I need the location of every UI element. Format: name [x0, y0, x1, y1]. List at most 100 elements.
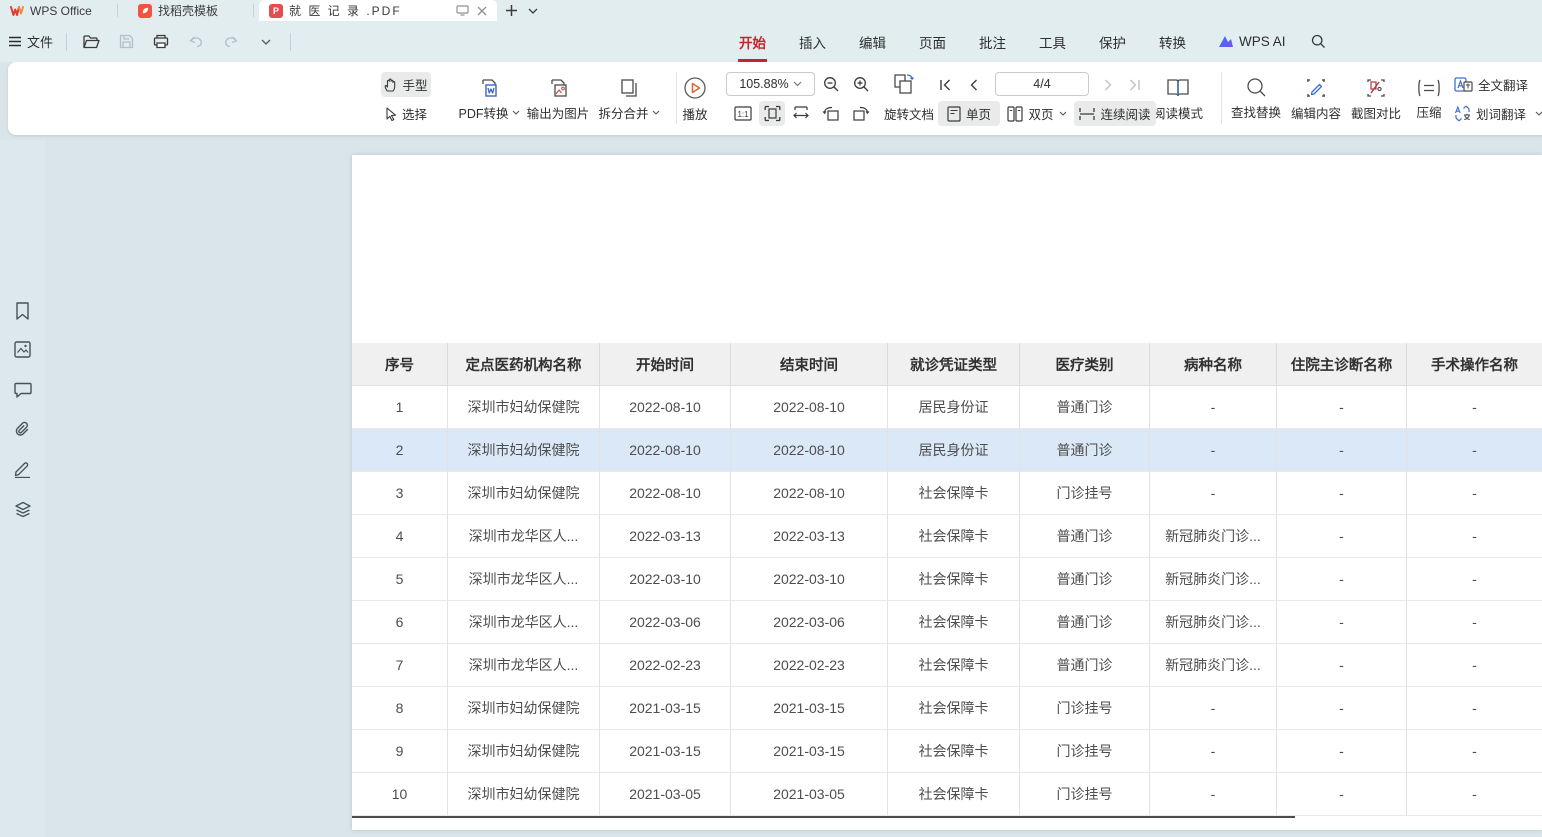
table-cell: 深圳市龙华区人... — [448, 601, 600, 644]
zoom-in-button[interactable] — [848, 72, 874, 97]
new-tab-icon[interactable] — [505, 4, 518, 17]
export-as-image-button[interactable]: 输出为图片 — [520, 70, 596, 128]
table-cell: 普通门诊 — [1020, 515, 1150, 558]
fit-page-button[interactable] — [759, 101, 785, 126]
table-cell: - — [1277, 773, 1407, 816]
tab-list-chevron-icon[interactable] — [528, 8, 538, 14]
layers-icon[interactable] — [12, 498, 33, 519]
table-cell: 6 — [352, 601, 448, 644]
continuous-read-button[interactable]: 连续阅读 — [1074, 101, 1156, 126]
table-row[interactable]: 8深圳市妇幼保健院2021-03-152021-03-15社会保障卡门诊挂号--… — [352, 687, 1542, 730]
table-header-cell: 序号 — [352, 343, 448, 386]
continuous-read-icon — [1079, 107, 1095, 121]
separator — [1221, 72, 1222, 124]
table-cell: - — [1277, 644, 1407, 687]
table-cell: 2022-08-10 — [731, 472, 888, 515]
table-row[interactable]: 5深圳市龙华区人...2022-03-102022-03-10社会保障卡普通门诊… — [352, 558, 1542, 601]
window-tab-bar: WPS Office 找稻壳模板 P 就 医 记 录 .PDF — [0, 0, 1542, 21]
comment-icon[interactable] — [12, 379, 33, 400]
menu-item-7[interactable]: 保护 — [1098, 28, 1127, 56]
tab-docer-templates[interactable]: 找稻壳模板 — [128, 0, 254, 21]
table-cell: 2021-03-15 — [600, 687, 731, 730]
edit-content-button[interactable]: 编辑内容 — [1286, 70, 1346, 128]
open-file-icon[interactable] — [80, 31, 102, 53]
table-cell: 2022-08-10 — [600, 386, 731, 429]
bookmark-icon[interactable] — [12, 300, 33, 321]
screenshot-compare-button[interactable]: 截图对比 — [1346, 70, 1406, 128]
table-cell: 社会保障卡 — [888, 515, 1020, 558]
table-cell: 普通门诊 — [1020, 386, 1150, 429]
attachment-icon[interactable] — [12, 419, 33, 440]
zoom-out-button[interactable] — [818, 72, 844, 97]
undo-icon[interactable] — [185, 31, 207, 53]
compress-button[interactable]: 压缩 — [1406, 70, 1452, 128]
table-row[interactable]: 9深圳市妇幼保健院2021-03-152021-03-15社会保障卡门诊挂号--… — [352, 730, 1542, 773]
previous-page-button[interactable] — [961, 72, 985, 97]
wps-ai-button[interactable]: WPS AI — [1218, 34, 1286, 49]
zoom-level-select[interactable]: 105.88% — [726, 72, 815, 96]
table-cell: - — [1277, 515, 1407, 558]
close-tab-icon[interactable] — [477, 6, 487, 16]
tab-wps-home[interactable]: WPS Office — [0, 0, 118, 21]
search-menu-icon[interactable] — [1311, 34, 1326, 49]
table-header-cell: 定点医药机构名称 — [448, 343, 600, 386]
table-cell: 社会保障卡 — [888, 730, 1020, 773]
table-cell: - — [1150, 429, 1277, 472]
table-row[interactable]: 1深圳市妇幼保健院2022-08-102022-08-10居民身份证普通门诊--… — [352, 386, 1542, 429]
select-tool-button[interactable]: 选择 — [381, 101, 431, 126]
find-replace-button[interactable]: 查找替换 — [1226, 70, 1286, 128]
play-button[interactable]: 播放 — [670, 70, 720, 128]
rotate-right-button[interactable] — [848, 101, 874, 126]
menu-item-6[interactable]: 工具 — [1038, 28, 1067, 56]
tab-label: WPS Office — [30, 4, 92, 18]
first-page-button[interactable] — [933, 72, 957, 97]
tab-document-pdf[interactable]: P 就 医 记 录 .PDF — [259, 0, 497, 21]
actual-size-button[interactable]: 1:1 — [730, 101, 756, 126]
fit-width-button[interactable] — [788, 101, 814, 126]
menu-item-8[interactable]: 转换 — [1158, 28, 1187, 56]
table-cell: - — [1407, 601, 1542, 644]
wps-ai-label: WPS AI — [1239, 34, 1286, 49]
print-icon[interactable] — [150, 31, 172, 53]
quickbar-chevron-icon[interactable] — [255, 31, 277, 53]
screenshot-compare-icon — [1365, 77, 1387, 99]
menu-item-3[interactable]: 编辑 — [858, 28, 887, 56]
page-number-input[interactable]: 4/4 — [995, 72, 1089, 96]
table-row[interactable]: 2深圳市妇幼保健院2022-08-102022-08-10居民身份证普通门诊--… — [352, 429, 1542, 472]
rotate-left-icon — [822, 105, 840, 122]
table-row[interactable]: 10深圳市妇幼保健院2021-03-052021-03-05社会保障卡门诊挂号-… — [352, 773, 1542, 816]
table-row[interactable]: 4深圳市龙华区人...2022-03-132022-03-13社会保障卡普通门诊… — [352, 515, 1542, 558]
full-translate-button[interactable]: 全文翻译 — [1454, 72, 1528, 97]
hand-tool-button[interactable]: 手型 — [381, 72, 431, 97]
table-row[interactable]: 7深圳市龙华区人...2022-02-232022-02-23社会保障卡普通门诊… — [352, 644, 1542, 687]
table-row[interactable]: 3深圳市妇幼保健院2022-08-102022-08-10社会保障卡门诊挂号--… — [352, 472, 1542, 515]
table-row[interactable]: 6深圳市龙华区人...2022-03-062022-03-06社会保障卡普通门诊… — [352, 601, 1542, 644]
menu-row: 文件 开始 插入 编辑 页面 批注 工具 保护 转换 WPS AI — [0, 21, 1542, 62]
redo-icon[interactable] — [220, 31, 242, 53]
save-icon[interactable] — [115, 31, 137, 53]
word-translate-button[interactable]: 划词翻译 — [1454, 101, 1542, 126]
table-cell: 2 — [352, 429, 448, 472]
menu-item-2[interactable]: 插入 — [798, 28, 827, 56]
table-cell: 2022-08-10 — [731, 429, 888, 472]
first-page-icon — [939, 79, 952, 91]
single-page-button[interactable]: 单页 — [938, 101, 1000, 126]
rotate-pages-button[interactable] — [888, 70, 920, 98]
play-icon — [683, 76, 707, 100]
split-merge-button[interactable]: 拆分合并 — [588, 70, 670, 128]
file-menu-button[interactable]: 文件 — [8, 32, 53, 51]
rotate-document-button[interactable]: 旋转文档 — [880, 101, 938, 126]
rotate-left-button[interactable] — [818, 101, 844, 126]
menu-item-1[interactable]: 开始 — [738, 28, 767, 56]
table-cell: - — [1150, 472, 1277, 515]
signature-pen-icon[interactable] — [12, 458, 33, 479]
next-page-button[interactable] — [1096, 72, 1120, 97]
table-cell: 2022-03-06 — [600, 601, 731, 644]
double-page-button[interactable]: 双页 — [1004, 101, 1070, 126]
menu-item-4[interactable]: 页面 — [918, 28, 947, 56]
thumbnail-icon[interactable] — [12, 339, 33, 360]
actual-size-icon: 1:1 — [734, 106, 752, 121]
menu-item-5[interactable]: 批注 — [978, 28, 1007, 56]
left-panel-sidebar — [0, 140, 45, 837]
presentation-mode-icon[interactable] — [456, 5, 469, 16]
